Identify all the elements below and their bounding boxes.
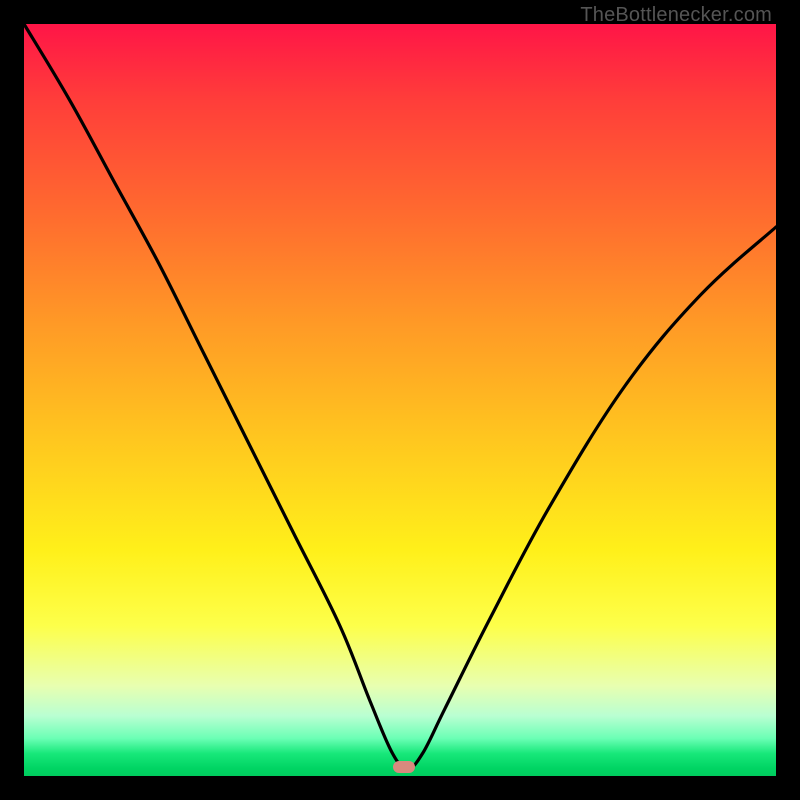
chart-frame: TheBottlenecker.com	[0, 0, 800, 800]
plot-area	[24, 24, 776, 776]
bottleneck-curve	[24, 24, 776, 776]
minimum-marker	[393, 761, 415, 773]
